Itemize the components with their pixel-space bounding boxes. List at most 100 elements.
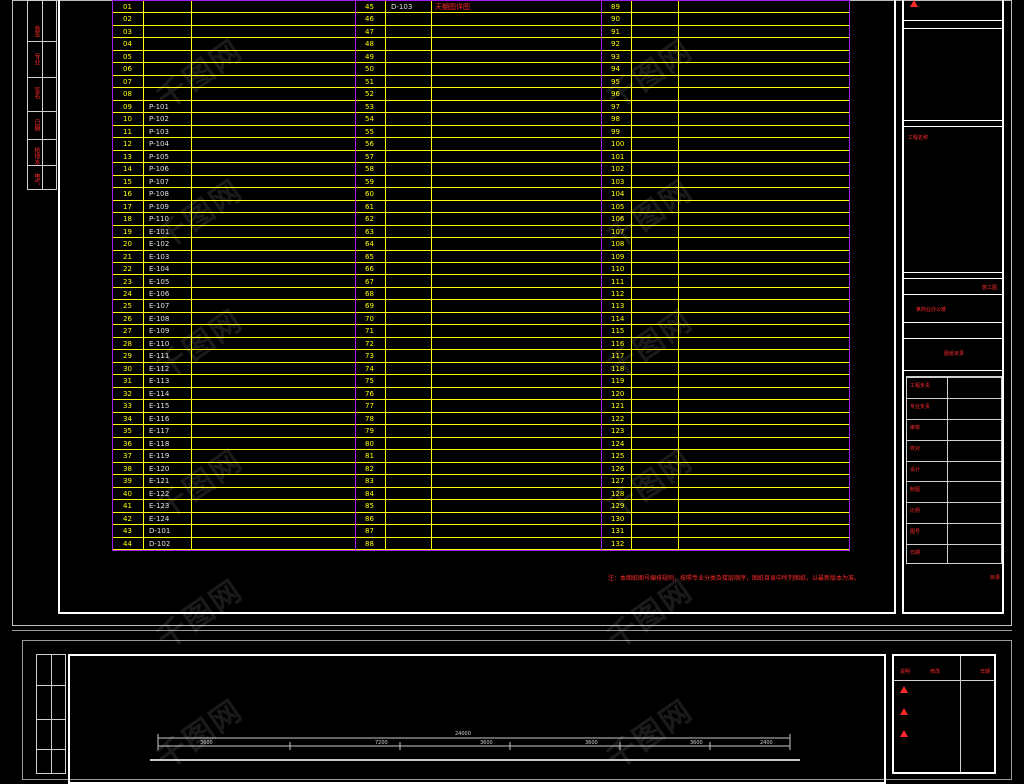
table-cell: 83 <box>365 477 374 486</box>
table-row: 11 P-103 55 99 <box>113 126 849 139</box>
title-block-divider <box>904 338 1004 339</box>
table-row: 10 P-102 54 98 <box>113 113 849 126</box>
table-cell: 99 <box>611 127 620 136</box>
revision-triangle-icon <box>910 0 918 7</box>
table-cell: 103 <box>611 177 625 186</box>
table-cell: 87 <box>365 527 374 536</box>
table-cell: 110 <box>611 265 625 274</box>
table-cell: 92 <box>611 40 620 49</box>
table-cell: 90 <box>611 15 620 24</box>
table-cell: 75 <box>365 377 374 386</box>
signature-row-divider <box>907 418 1001 420</box>
table-cell: E-103 <box>149 252 170 261</box>
table-cell: E-105 <box>149 277 170 286</box>
table-cell: 122 <box>611 414 625 423</box>
revision-triangle-icon <box>900 730 908 737</box>
table-cell: 74 <box>365 364 374 373</box>
grid-column-line <box>143 1 144 550</box>
table-cell: 47 <box>365 27 374 36</box>
signature-field-label: 比例 <box>910 508 921 515</box>
table-cell: E-119 <box>149 452 170 461</box>
table-cell: 03 <box>123 27 132 36</box>
table-cell: 53 <box>365 102 374 111</box>
table-row: 22 E-104 66 110 <box>113 263 849 276</box>
table-cell: 71 <box>365 327 374 336</box>
strip-label: 日期 <box>33 119 40 131</box>
table-row: 13 P-105 57 101 <box>113 151 849 164</box>
dimension-label: 2400 <box>760 740 773 746</box>
table-cell: 24 <box>123 289 132 298</box>
table-cell: 34 <box>123 414 132 423</box>
signature-row-divider <box>907 460 1001 462</box>
strip-label: 给排水 <box>33 147 40 165</box>
drawing-name: 某商业办公楼 <box>916 307 947 313</box>
dimension-label: 3600 <box>480 740 493 746</box>
table-cell: 31 <box>123 377 132 386</box>
table-row: 41 E-123 85 129 <box>113 500 849 513</box>
table-cell: E-109 <box>149 327 170 336</box>
table-cell: 39 <box>123 477 132 486</box>
table-cell: 55 <box>365 127 374 136</box>
dimension-label: 24000 <box>455 731 471 737</box>
signature-row-divider <box>907 377 1001 378</box>
table-cell: 79 <box>365 427 374 436</box>
table-cell: 25 <box>123 302 132 311</box>
table-cell: 48 <box>365 40 374 49</box>
table-cell: 112 <box>611 289 625 298</box>
table-cell: 77 <box>365 402 374 411</box>
table-cell: 113 <box>611 302 625 311</box>
table-cell: D-102 <box>149 539 171 548</box>
table-cell: 86 <box>365 514 374 523</box>
table-cell: 01 <box>123 3 132 11</box>
page-label: 目录 <box>990 575 1001 581</box>
table-cell: 69 <box>365 302 374 311</box>
table-cell: 66 <box>365 265 374 274</box>
title-block-vdivider <box>960 656 961 772</box>
table-cell: 70 <box>365 314 374 323</box>
table-row: 19 E-101 63 107 <box>113 226 849 239</box>
title-block-divider <box>904 294 1004 295</box>
table-cell: 44 <box>123 539 132 548</box>
table-cell: 14 <box>123 165 132 174</box>
table-row: 23 E-105 67 111 <box>113 276 849 288</box>
table-cell: 91 <box>611 27 620 36</box>
signature-field-label: 图号 <box>910 529 921 536</box>
table-cell: 10 <box>123 115 132 124</box>
dimension-label: 3600 <box>690 740 703 746</box>
table-cell: 18 <box>123 215 132 224</box>
table-cell: 37 <box>123 452 132 461</box>
table-cell: 78 <box>365 414 374 423</box>
table-cell: P-105 <box>149 152 169 161</box>
table-cell: E-117 <box>149 427 170 436</box>
table-cell: 05 <box>123 52 132 61</box>
table-cell: 65 <box>365 252 374 261</box>
table-cell: 84 <box>365 489 374 498</box>
table-cell: 43 <box>123 527 132 536</box>
table-cell: E-108 <box>149 314 170 323</box>
drawing-title: 图纸目录 <box>944 351 965 357</box>
table-row: 09 P-101 53 97 <box>113 101 849 114</box>
table-cell: E-115 <box>149 402 170 411</box>
table-cell: 93 <box>611 52 620 61</box>
table-cell: E-104 <box>149 265 170 274</box>
table-cell: 32 <box>123 389 132 398</box>
table-row: 42 E-124 86 130 <box>113 513 849 526</box>
table-cell: D-103 <box>391 3 413 11</box>
table-cell: E-118 <box>149 439 170 448</box>
drawing-notes: 注：本图纸图号编排规则，按照专业分类及楼层顺序，图纸目录中所列图纸，以最新版本为… <box>608 575 861 582</box>
strip-label: 专业 <box>33 53 40 65</box>
lower-tb-label: 日期 <box>980 669 991 675</box>
table-cell: 06 <box>123 65 132 74</box>
table-cell: 23 <box>123 277 132 286</box>
table-cell: 104 <box>611 190 625 199</box>
table-row: 02 46 90 <box>113 13 849 26</box>
table-cell: 125 <box>611 452 625 461</box>
title-block-divider <box>904 278 1004 279</box>
table-cell: 80 <box>365 439 374 448</box>
table-row: 34 E-116 78 122 <box>113 413 849 426</box>
table-cell: 88 <box>365 539 374 548</box>
table-cell: 36 <box>123 439 132 448</box>
table-cell: 28 <box>123 339 132 348</box>
table-cell: E-114 <box>149 389 170 398</box>
table-cell: 22 <box>123 265 132 274</box>
